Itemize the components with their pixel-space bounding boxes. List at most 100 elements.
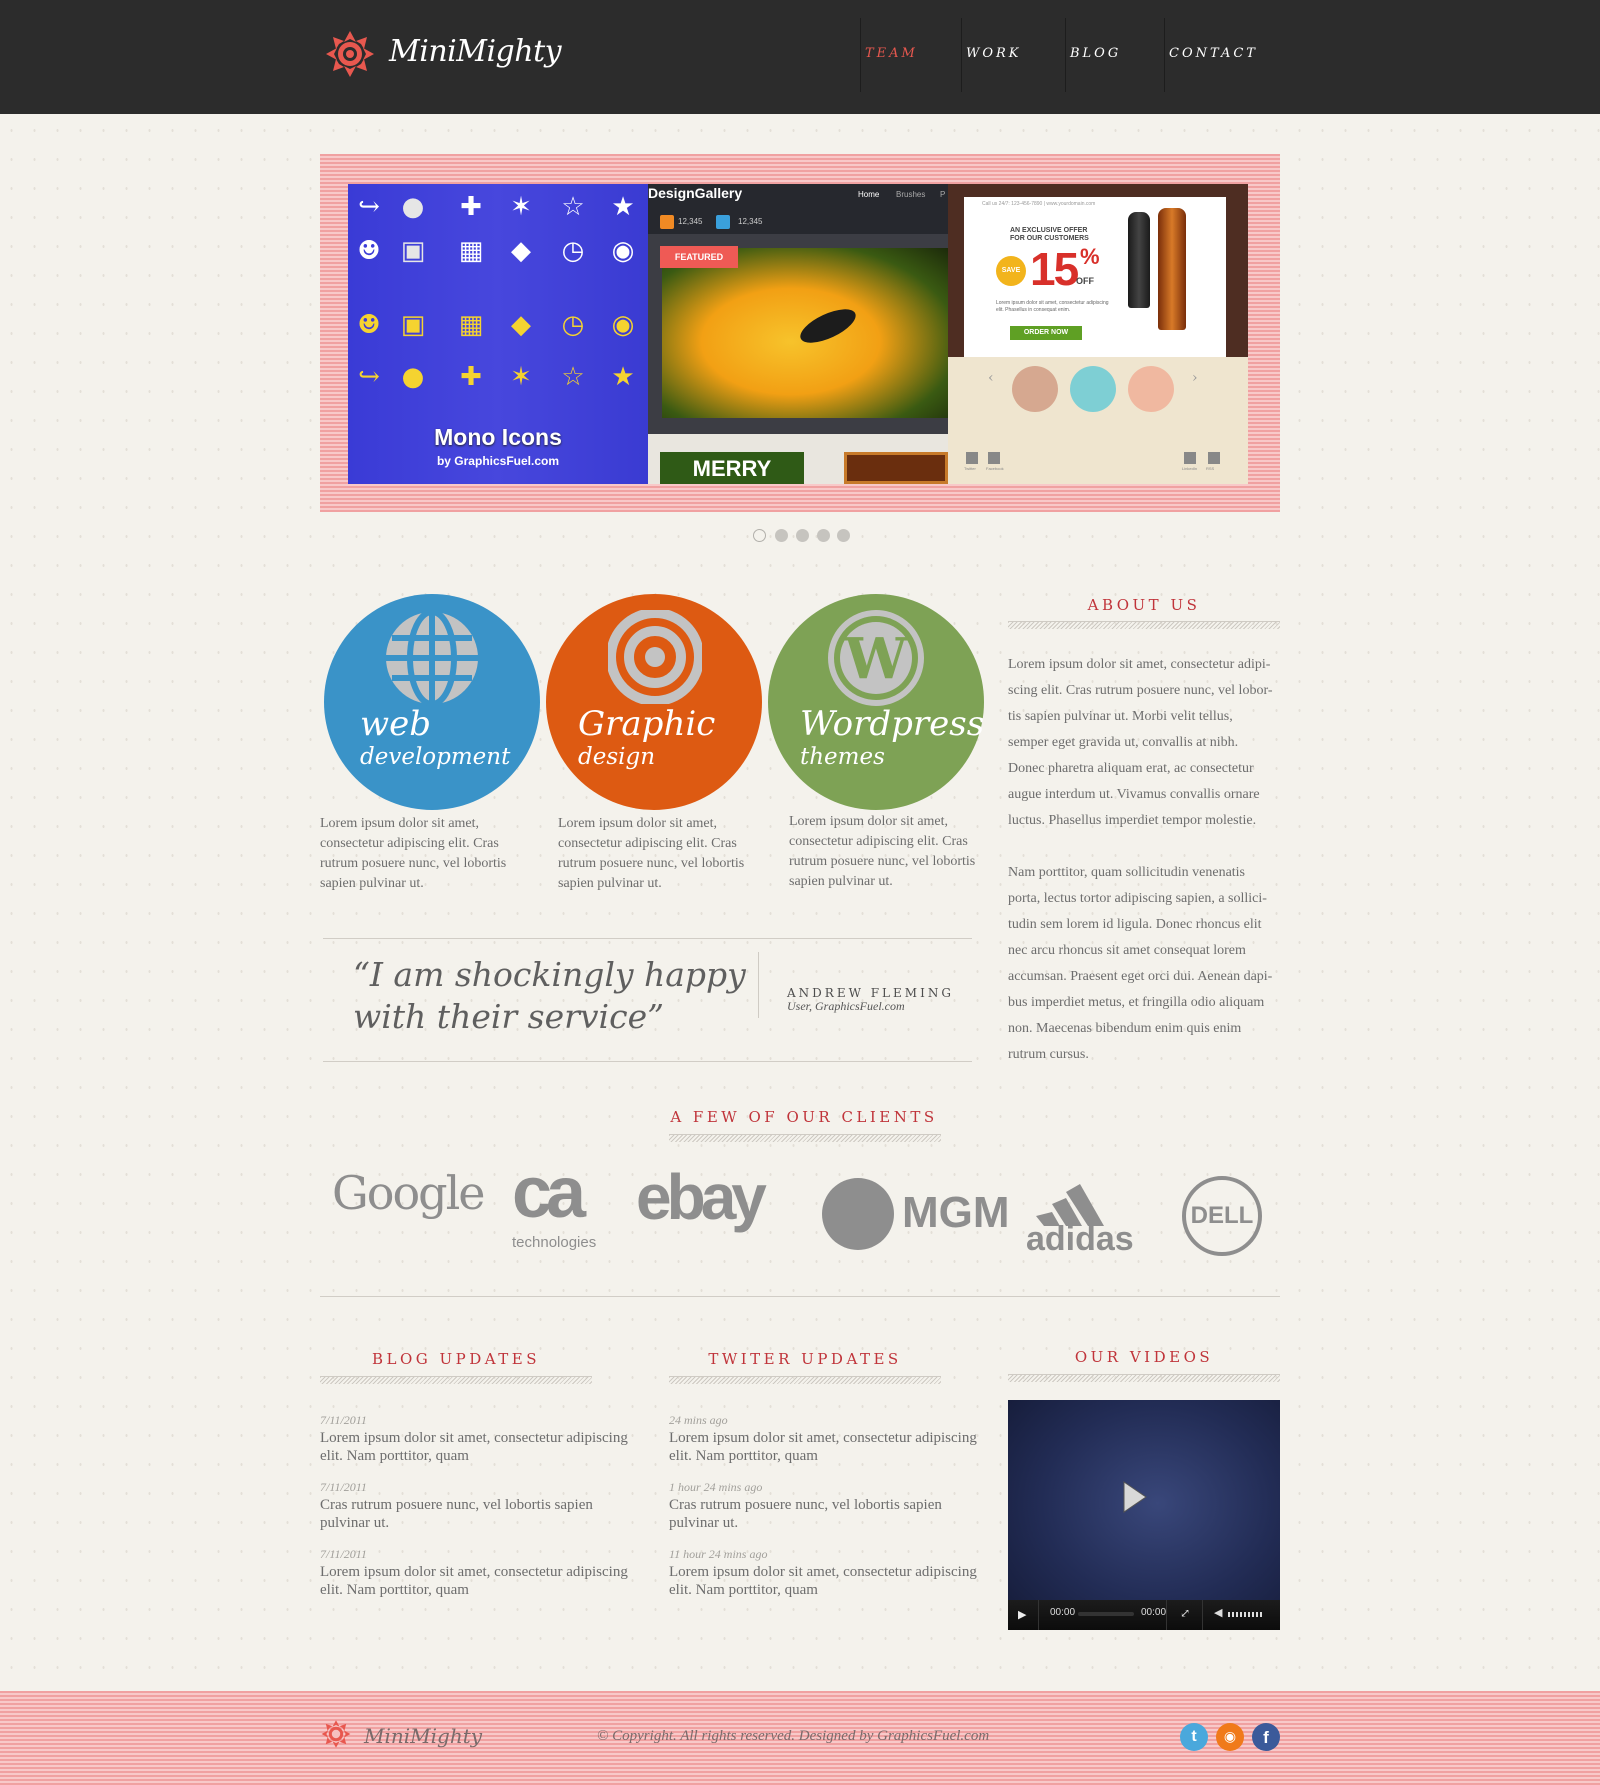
record-icon: ◉	[611, 310, 635, 340]
service-description: Lorem ipsum dolor sit amet, consectetur …	[320, 816, 507, 891]
slide-design-gallery[interactable]: DesignGallery Home Brushes P 12,345 12,3…	[648, 184, 948, 484]
about-line: rutrum cursus.	[1008, 1047, 1089, 1062]
about-line: tis sapien pulvinar ut. Morbi velit tell…	[1008, 709, 1233, 724]
facebook-icon[interactable]	[988, 452, 1000, 464]
wordpress-icon: W	[828, 610, 924, 706]
blog-item[interactable]: Cras rutrum posuere nunc, vel lobortis s…	[320, 1496, 630, 1532]
nav-item-blog[interactable]: BLOG	[1070, 46, 1121, 61]
offer-link-facebook[interactable]: Facebook	[986, 466, 1004, 471]
video-player[interactable]	[1008, 1400, 1280, 1630]
about-line: luctus. Phasellus imperdiet tempor moles…	[1008, 813, 1257, 828]
offer-link-linkedin[interactable]: LinkedIn	[1182, 466, 1197, 471]
service-subtitle: development	[360, 744, 511, 770]
about-line: accumsan. Praesent eget orci dui. Aenean…	[1008, 969, 1273, 984]
fullscreen-icon[interactable]: ⤢	[1180, 1606, 1190, 1620]
chevron-right-icon[interactable]: ›	[1192, 370, 1198, 386]
play-icon[interactable]	[1122, 1480, 1148, 1514]
twitter-icon[interactable]	[966, 452, 978, 464]
save-icon: ▣	[400, 236, 426, 266]
about-body: Lorem ipsum dolor sit amet, consectetur …	[1008, 652, 1293, 1068]
clients-divider	[320, 1296, 1280, 1297]
service-graphic-design[interactable]: Graphic design	[546, 594, 762, 810]
offer-off: OFF	[1076, 276, 1094, 286]
offer-blurb: Lorem ipsum dolor sit amet, consectetur …	[996, 300, 1109, 313]
tweet-time: 1 hour 24 mins ago	[669, 1480, 763, 1494]
offer-link-rss[interactable]: RSS	[1206, 466, 1214, 471]
star-outline-icon: ☆	[561, 192, 585, 222]
product-thumb-box[interactable]	[1070, 366, 1116, 412]
offer-link-twitter[interactable]: Twitter	[964, 466, 976, 471]
product-thumb-wine[interactable]	[1012, 366, 1058, 412]
circle-icon: ●	[401, 362, 425, 392]
slider-dot-1[interactable]	[753, 529, 766, 542]
footer-logo-text[interactable]: MiniMighty	[364, 1724, 482, 1748]
slider-dot-5[interactable]	[837, 529, 850, 542]
twitter-count: 12,345	[738, 217, 763, 226]
volume-icon[interactable]: ◀	[1214, 1606, 1222, 1619]
star-outline-icon: ☆	[561, 362, 585, 392]
slider-dot-2[interactable]	[775, 529, 788, 542]
product-thumb-tea[interactable]	[1128, 366, 1174, 412]
footer-copyright: © Copyright. All rights reserved. Design…	[597, 1728, 990, 1744]
heading-rule	[1008, 1374, 1280, 1382]
tweet-time: 11 hour 24 mins ago	[669, 1547, 768, 1561]
offer-line2: FOR OUR CUSTOMERS	[1010, 235, 1089, 242]
heading-rule	[669, 1376, 941, 1384]
rss-icon[interactable]	[1208, 452, 1220, 464]
footer-logo-icon[interactable]	[321, 1719, 351, 1749]
target-icon	[608, 610, 702, 704]
gallery-brand: DesignGallery	[648, 185, 743, 201]
control-divider	[1166, 1600, 1167, 1630]
testimonial-author: ANDREW FLEMING	[787, 986, 954, 1000]
video-progress-bar[interactable]	[1078, 1612, 1134, 1616]
client-logo-ca-technologies: technologies	[512, 1234, 597, 1251]
clients-heading: A FEW OF OUR CLIENTS	[670, 1108, 938, 1126]
record-icon: ◉	[611, 236, 635, 266]
tweet-item[interactable]: Lorem ipsum dolor sit amet, consectetur …	[669, 1563, 979, 1599]
blog-item[interactable]: Lorem ipsum dolor sit amet, consectetur …	[320, 1563, 630, 1599]
slide-exclusive-offer[interactable]: Call us 24/7: 123-456-7890 | www.yourdom…	[948, 184, 1248, 484]
client-logo-dell: DELL	[1182, 1176, 1262, 1256]
service-title: Wordpress	[800, 704, 985, 744]
nav-item-contact[interactable]: CONTACT	[1169, 46, 1258, 61]
volume-slider[interactable]	[1228, 1612, 1264, 1617]
tweet-item[interactable]: Cras rutrum posuere nunc, vel lobortis s…	[669, 1496, 979, 1532]
blog-date: 7/11/2011	[320, 1413, 367, 1427]
offer-topline: Call us 24/7: 123-456-7890 | www.yourdom…	[982, 201, 1096, 207]
order-now-button[interactable]: ORDER NOW	[1010, 326, 1082, 340]
twitter-icon[interactable]: t	[1180, 1723, 1208, 1751]
chevron-left-icon[interactable]: ‹	[988, 370, 994, 386]
nav-separator	[1065, 18, 1066, 92]
slide-mono-icons[interactable]: ↪ ● ✚ ✶ ☆ ★ ☻ ▣ ▦ ◆ ◷ ◉ ☻ ▣ ▦ ◆ ◷ ◉ ↪ ● …	[348, 184, 648, 484]
gallery-menu-brushes: Brushes	[896, 190, 926, 199]
blog-item[interactable]: Lorem ipsum dolor sit amet, consectetur …	[320, 1429, 630, 1465]
star-icon: ★	[611, 192, 635, 222]
about-line: Lorem ipsum dolor sit amet, consectetur …	[1008, 657, 1271, 672]
mgm-lion-icon	[822, 1178, 894, 1250]
wine-bottle-dark	[1128, 212, 1150, 308]
heading-rule	[669, 1134, 941, 1142]
facebook-icon[interactable]: f	[1252, 1723, 1280, 1751]
testimonial-quote: “I am shockingly happy with their servic…	[353, 955, 746, 1036]
clock-icon: ◷	[561, 236, 585, 266]
nav-item-work[interactable]: WORK	[966, 46, 1022, 61]
linkedin-icon[interactable]	[1184, 452, 1196, 464]
nav-item-team[interactable]: TEAM	[865, 46, 918, 61]
service-web-development[interactable]: web development	[324, 594, 540, 810]
tweet-item[interactable]: Lorem ipsum dolor sit amet, consectetur …	[669, 1429, 979, 1465]
slider-dot-3[interactable]	[796, 529, 809, 542]
nav-separator	[860, 18, 861, 92]
service-description: Lorem ipsum dolor sit amet, consectetur …	[558, 816, 745, 891]
rss-icon[interactable]: ◉	[1216, 1723, 1244, 1751]
client-logo-ebay: ebay	[636, 1161, 767, 1233]
blog-heading: BLOG UPDATES	[371, 1350, 541, 1368]
logo-icon[interactable]	[325, 30, 375, 78]
slide-subtitle: by GraphicsFuel.com	[436, 454, 560, 468]
play-small-icon[interactable]: ▶	[1018, 1608, 1026, 1621]
gallery-menu-home: Home	[858, 190, 880, 199]
tweet-time: 24 mins ago	[669, 1413, 728, 1427]
slider-dot-4[interactable]	[817, 529, 830, 542]
site-logo-text[interactable]: MiniMighty	[389, 34, 562, 69]
service-wordpress-themes[interactable]: W Wordpress themes	[768, 594, 984, 810]
badge-icon: ✶	[510, 362, 532, 392]
